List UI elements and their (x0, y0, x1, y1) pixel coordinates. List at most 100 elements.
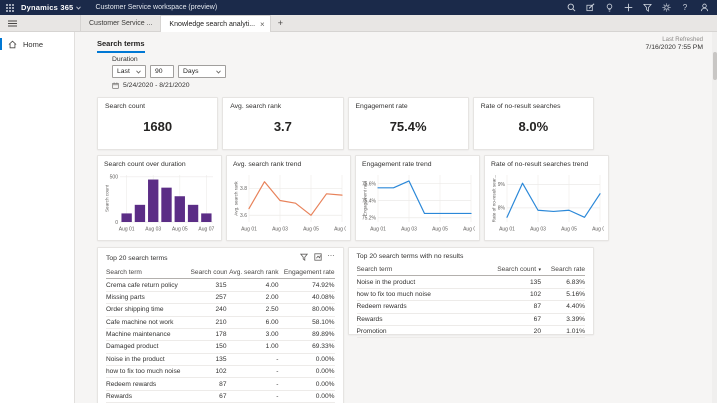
column-header[interactable]: Search count ▾ (191, 267, 227, 278)
kpi-card: Rate of no-result searches 8.0% (473, 97, 594, 150)
table-row[interactable]: how to fix too much noise1025.16% (357, 289, 586, 301)
column-header[interactable]: Search term (106, 267, 191, 278)
svg-text:Avg. search rank: Avg. search rank (234, 181, 239, 216)
duration-mode-select[interactable]: Last (112, 65, 146, 78)
svg-text:Aug 07: Aug 07 (198, 227, 214, 233)
table-cell: 6.00 (227, 317, 279, 328)
table-cell: 2.00 (227, 292, 279, 303)
line-chart[interactable]: 75.2% 75.4% 75.6%Aug 01Aug 03Aug 05Aug 0… (362, 171, 475, 233)
table-cell: 2.50 (227, 304, 279, 315)
svg-text:Aug 01: Aug 01 (370, 227, 386, 233)
kpi-value: 75.4% (356, 119, 461, 134)
tab-search-terms[interactable]: Search terms (97, 39, 145, 53)
last-refreshed: Last Refreshed 7/16/2020 7:55 PM (646, 37, 703, 51)
table-cell: 210 (191, 317, 227, 328)
kpi-label: Search count (105, 103, 210, 110)
table-row[interactable]: Damaged product1501.0069.33% (106, 341, 335, 353)
report-canvas: Search terms Last Refreshed 7/16/2020 7:… (76, 32, 717, 403)
close-icon[interactable]: × (259, 20, 266, 29)
new-tab-button[interactable]: + (271, 15, 289, 31)
table-cell: 4.00 (227, 279, 279, 290)
column-header[interactable]: Search term (357, 264, 492, 275)
table-cell: Order shipping time (106, 304, 191, 315)
table-cell: - (227, 354, 279, 365)
quick-create-icon[interactable] (623, 3, 633, 13)
table-row[interactable]: Redeem rewards874.40% (357, 301, 586, 313)
account-icon[interactable] (699, 3, 709, 13)
sidebar-item-label: Home (23, 40, 43, 49)
edit-icon[interactable] (585, 3, 595, 13)
table: Search termSearch count ▾Search rateNois… (357, 264, 586, 338)
table-cell: 69.33% (279, 341, 335, 352)
last-refreshed-value: 7/16/2020 7:55 PM (646, 44, 703, 51)
table-cell: - (227, 378, 279, 389)
chart-card: Engagement rate trend 75.2% 75.4% 75.6%A… (355, 155, 480, 241)
table-cell: 135 (491, 276, 541, 287)
column-header[interactable]: Search count ▾ (491, 264, 541, 275)
table-row[interactable]: Noise in the product135-0.00% (106, 354, 335, 366)
scrollbar[interactable] (712, 32, 717, 403)
tab-customer-service[interactable]: Customer Service ... (80, 15, 161, 31)
svg-text:Aug 03: Aug 03 (145, 227, 161, 233)
table-cell: 67 (191, 391, 227, 402)
help-icon[interactable]: ? (680, 3, 690, 13)
svg-text:8%: 8% (498, 206, 506, 212)
settings-gear-icon[interactable] (661, 3, 671, 13)
filter-icon[interactable] (642, 3, 652, 13)
svg-text:3.8: 3.8 (240, 186, 247, 192)
filter-icon[interactable] (300, 253, 308, 263)
svg-text:Aug 03: Aug 03 (530, 227, 546, 233)
duration-unit-value: Days (183, 68, 199, 75)
table-cell: 87 (191, 378, 227, 389)
table-row[interactable]: Missing parts2572.0040.08% (106, 292, 335, 304)
table-visual: Top 20 search terms⋯Search termSearch co… (97, 247, 344, 403)
duration-amount-input[interactable] (150, 65, 174, 78)
table-row[interactable]: Order shipping time2402.5080.00% (106, 304, 335, 316)
table-row[interactable]: Cafe machine not work2106.0058.10% (106, 317, 335, 329)
more-options-icon[interactable]: ⋯ (328, 253, 335, 263)
table-cell: 0.00% (279, 366, 335, 377)
table-cell: 0.00% (279, 391, 335, 402)
sidebar-item-home[interactable]: Home (0, 36, 74, 52)
waffle-menu-icon[interactable] (6, 4, 14, 12)
table-row[interactable]: Promotion201.01% (357, 326, 586, 338)
table-cell: 0.00% (279, 378, 335, 389)
svg-text:Aug 01: Aug 01 (499, 227, 515, 233)
column-header[interactable]: Search rate (541, 264, 585, 275)
chart-title: Engagement rate trend (362, 161, 475, 168)
appbar-icon-group: ? (566, 3, 717, 13)
table-cell: 3.00 (227, 329, 279, 340)
table-row[interactable]: how to fix too much noise102-0.00% (106, 366, 335, 378)
column-header[interactable]: Avg. search rank (227, 267, 279, 278)
focus-mode-icon[interactable] (314, 253, 322, 263)
table-row[interactable]: Noise in the product1356.83% (357, 276, 586, 288)
table-cell: Cafe machine not work (106, 317, 191, 328)
table-cell: how to fix too much noise (357, 289, 492, 300)
column-header[interactable]: Engagement rate (279, 267, 335, 278)
table-row[interactable]: Rewards673.39% (357, 314, 586, 326)
date-range[interactable]: 5/24/2020 - 8/21/2020 (112, 82, 190, 89)
svg-text:Aug 01: Aug 01 (119, 227, 135, 233)
table-row[interactable]: Machine maintenance1783.0089.89% (106, 329, 335, 341)
table-row[interactable]: Rewards67-0.00% (106, 391, 335, 403)
line-chart[interactable]: 8% 9%Aug 01Aug 03Aug 05Aug 07Rate of no-… (491, 171, 604, 233)
search-icon[interactable] (566, 3, 576, 13)
table-cell: 257 (191, 292, 227, 303)
site-map-icon[interactable] (0, 15, 24, 31)
svg-text:Aug 05: Aug 05 (432, 227, 448, 233)
table-cell: Damaged product (106, 341, 191, 352)
tab-knowledge-search-analytics[interactable]: Knowledge search analyti... × (161, 15, 271, 32)
scrollbar-thumb[interactable] (713, 52, 717, 80)
table-row[interactable]: Redeem rewards87-0.00% (106, 378, 335, 390)
app-switcher[interactable]: Dynamics 365 (21, 3, 81, 12)
svg-text:Rate of no-result sear...: Rate of no-result sear... (492, 175, 497, 223)
bar-chart[interactable]: 0 500Aug 01Aug 03Aug 05Aug 07Search coun… (104, 171, 217, 233)
table-row[interactable]: Crema cafe return policy3154.0074.92% (106, 279, 335, 291)
svg-text:Aug 01: Aug 01 (241, 227, 257, 233)
kpi-card: Search count 1680 (97, 97, 218, 150)
duration-unit-select[interactable]: Days (178, 65, 226, 78)
svg-text:3.6: 3.6 (240, 213, 247, 219)
line-chart[interactable]: 3.6 3.8Aug 01Aug 03Aug 05Aug 07Avg. sear… (233, 171, 346, 233)
table-cell: 135 (191, 354, 227, 365)
lightbulb-icon[interactable] (604, 3, 614, 13)
